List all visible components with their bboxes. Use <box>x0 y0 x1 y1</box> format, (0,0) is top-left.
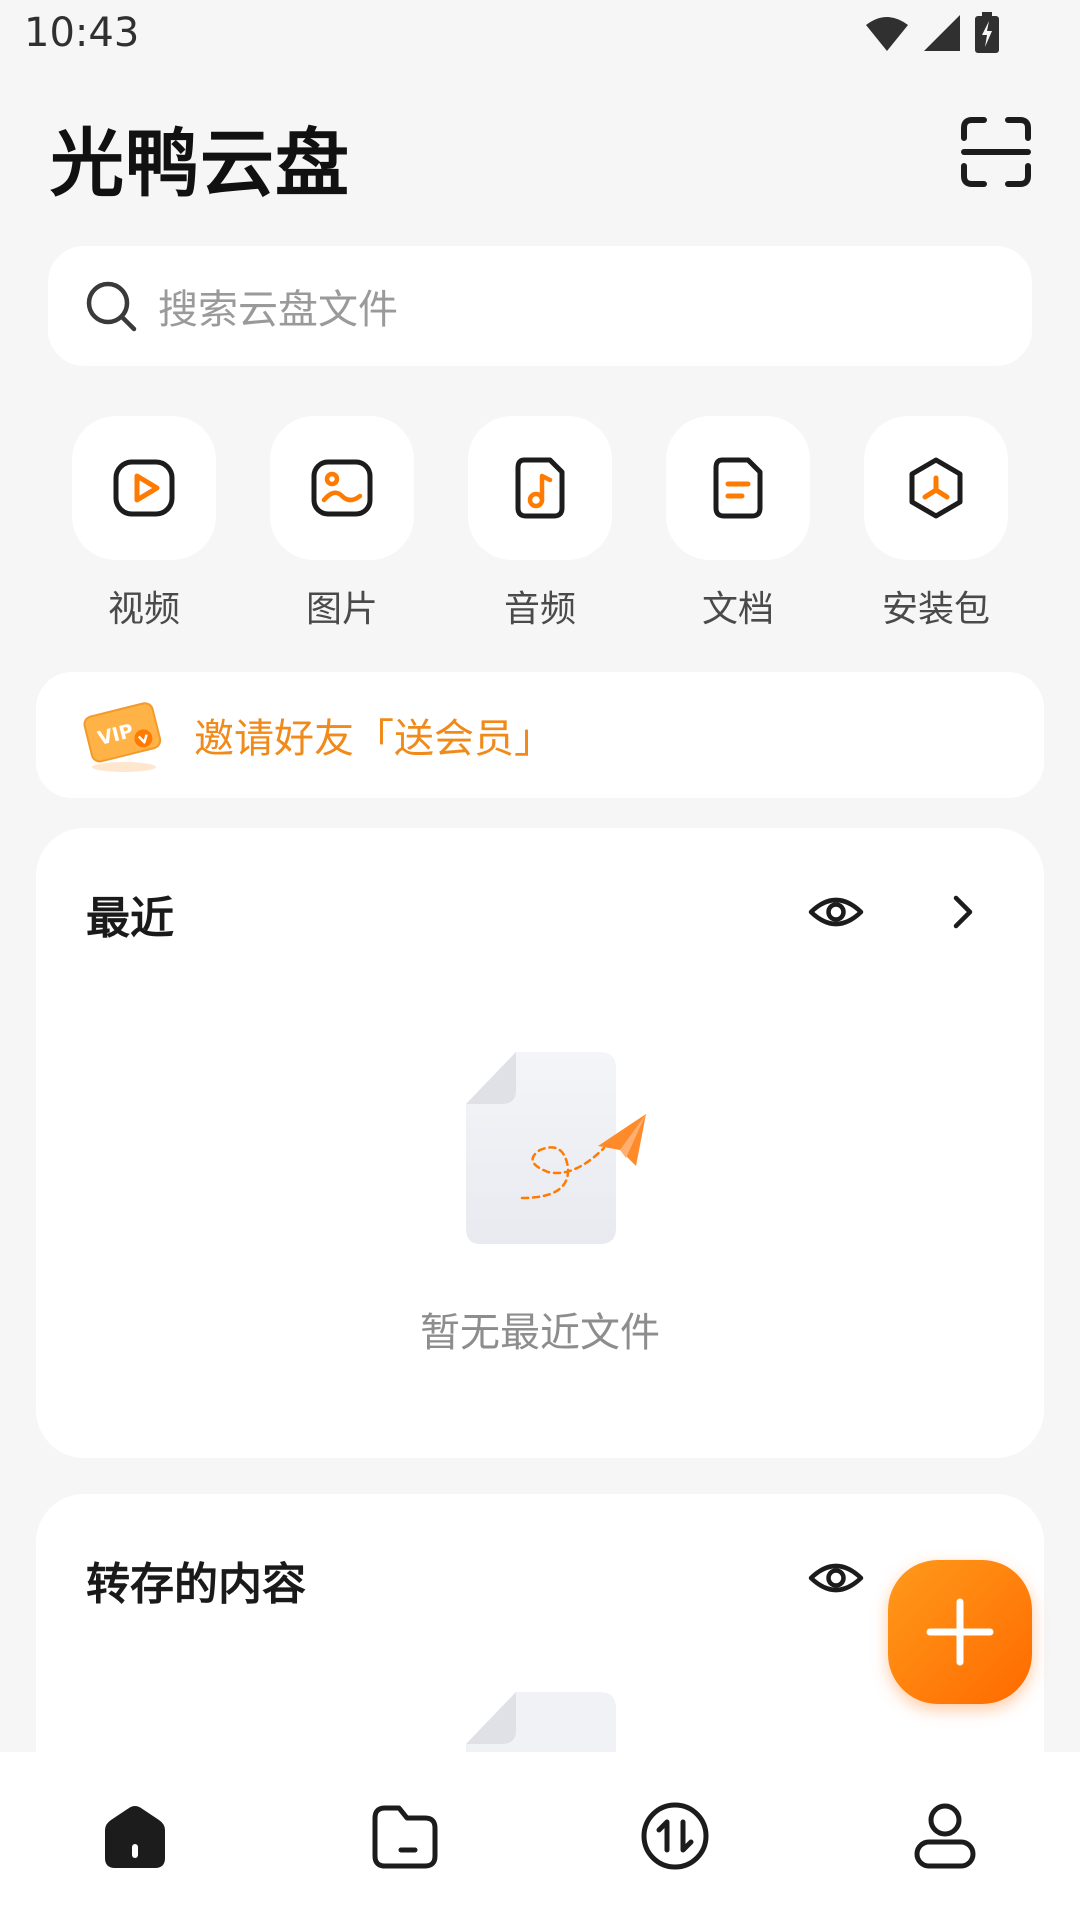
vip-card-icon: VIP <box>83 702 162 772</box>
empty-file-illustration <box>466 1052 646 1244</box>
eye-icon[interactable] <box>808 1550 864 1606</box>
category-document[interactable]: 文档 <box>666 416 810 632</box>
nav-files[interactable] <box>345 1776 465 1896</box>
category-label: 文档 <box>701 589 774 630</box>
category-tile[interactable] <box>72 416 216 560</box>
battery-icon <box>975 12 999 53</box>
recent-title: 最近 <box>86 893 174 944</box>
plus-icon <box>926 1598 994 1666</box>
category-audio[interactable]: 音频 <box>468 416 612 632</box>
package-icon <box>909 457 963 519</box>
status-time: 10:43 <box>24 10 140 56</box>
status-bar: 10:43 <box>0 0 1080 74</box>
recent-card: 最近 暂无最近文件 <box>36 828 1044 1458</box>
category-tile[interactable] <box>468 416 612 560</box>
category-tile[interactable] <box>666 416 810 560</box>
saved-title: 转存的内容 <box>86 1559 306 1610</box>
category-video[interactable]: 视频 <box>72 416 216 632</box>
category-label: 图片 <box>305 589 378 630</box>
category-label: 音频 <box>503 589 576 630</box>
signal-icon <box>924 15 960 51</box>
folder-icon <box>372 1805 438 1869</box>
search-bar[interactable]: 搜索云盘文件 <box>48 246 1032 366</box>
category-label: 安装包 <box>881 589 990 630</box>
home-icon <box>105 1806 165 1868</box>
nav-profile[interactable] <box>885 1776 1005 1896</box>
status-icons <box>864 12 1000 54</box>
recent-empty-text: 暂无最近文件 <box>420 1310 660 1356</box>
eye-icon[interactable] <box>808 884 864 940</box>
profile-icon <box>914 1803 976 1869</box>
audio-icon <box>515 457 565 519</box>
invite-text: 邀请好友「送会员」 <box>194 716 554 762</box>
document-icon <box>713 457 763 519</box>
category-row: 视频 图片 音频 文档 安装包 <box>72 416 1008 632</box>
category-label: 视频 <box>107 589 180 630</box>
category-package[interactable]: 安装包 <box>864 416 1008 632</box>
app-title: 光鸭云盘 <box>50 121 350 207</box>
bottom-nav <box>0 1752 1080 1920</box>
invite-banner[interactable]: VIP 邀请好友「送会员」 <box>36 672 1044 798</box>
app-screen: 10:43 光鸭云盘 搜索云盘文件 视频 图片 音频 文档 安装包 VIP 邀请… <box>0 0 1080 1920</box>
nav-home[interactable] <box>75 1776 195 1896</box>
category-tile[interactable] <box>864 416 1008 560</box>
image-icon <box>311 459 373 517</box>
search-icon <box>86 281 137 332</box>
search-placeholder: 搜索云盘文件 <box>158 287 398 333</box>
category-tile[interactable] <box>270 416 414 560</box>
video-icon <box>113 459 175 517</box>
add-fab-button[interactable] <box>888 1560 1032 1704</box>
category-image[interactable]: 图片 <box>270 416 414 632</box>
chevron-right-icon[interactable] <box>936 886 988 938</box>
scan-icon[interactable] <box>960 116 1032 188</box>
nav-transfer[interactable] <box>615 1776 735 1896</box>
transfer-icon <box>641 1802 709 1870</box>
wifi-icon <box>866 17 908 51</box>
